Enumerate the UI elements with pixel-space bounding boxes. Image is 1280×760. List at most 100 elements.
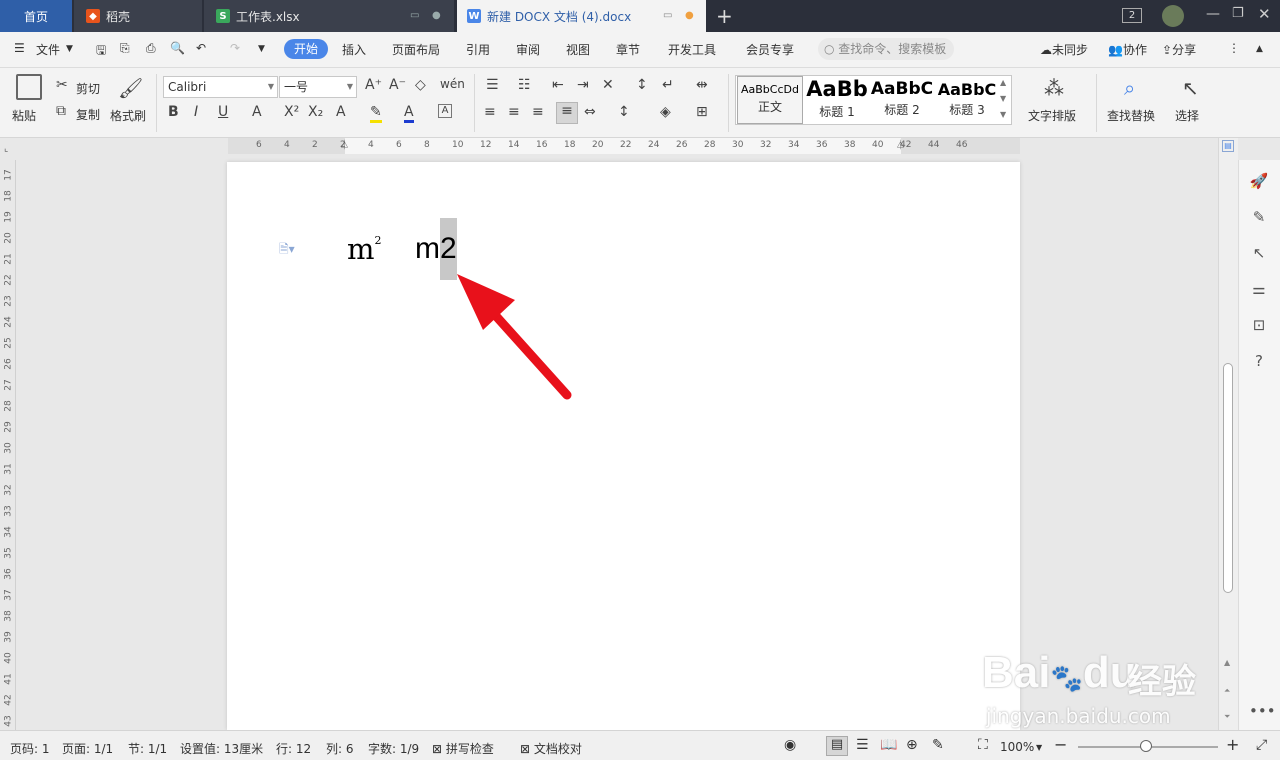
shading-icon[interactable]: ◈ (660, 104, 671, 120)
minimize-icon[interactable]: — (1206, 6, 1220, 22)
m-squared-formatted[interactable]: m2 (347, 232, 382, 266)
horizontal-ruler[interactable]: 6 4 2 2 4 6 8 10 12 14 16 18 20 22 24 26 28 30 32 34 36 38 40 4… (228, 138, 1020, 160)
menu-references[interactable]: 引用 (466, 41, 490, 58)
strikethrough-icon[interactable]: A (252, 104, 262, 120)
format-painter-icon[interactable]: 🖌 (118, 76, 143, 100)
pointer-icon[interactable]: ↖ (1249, 244, 1269, 264)
scroll-up-icon[interactable]: ▲ (1224, 658, 1230, 667)
status-row[interactable]: 行: 12 (276, 740, 311, 757)
style-heading-1[interactable]: AaBb 标题 1 (804, 76, 870, 124)
fit-page-icon[interactable]: ⛶ (978, 737, 988, 753)
right-indent-marker-icon[interactable]: ⏃ (896, 138, 905, 151)
tab-stop-icon[interactable]: ⌞ (4, 144, 8, 154)
customize-icon[interactable]: ▼ (258, 44, 265, 54)
more-options-icon[interactable]: ••• (1249, 702, 1276, 722)
share-button[interactable]: ⇪分享 (1162, 41, 1196, 58)
write-view-icon[interactable]: ✎ (932, 737, 944, 753)
font-color-icon[interactable]: A (404, 104, 414, 123)
fullscreen-icon[interactable]: ⤢ (1256, 737, 1267, 753)
font-family-select[interactable]: Calibri ▼ (163, 76, 278, 98)
paragraph-marker-icon[interactable]: 🗎▾ (279, 240, 295, 261)
zoom-in-icon[interactable]: + (1226, 735, 1239, 754)
menu-developer[interactable]: 开发工具 (668, 41, 716, 58)
status-pages[interactable]: 页面: 1/1 (62, 740, 113, 757)
save-icon[interactable]: 🖫 (96, 41, 106, 62)
menu-file[interactable]: 文件 (36, 41, 60, 58)
zoom-slider-thumb[interactable] (1140, 740, 1152, 752)
page-view-icon[interactable]: ▤ (1222, 140, 1234, 152)
paste-icon[interactable] (16, 74, 42, 100)
tab-spreadsheet[interactable]: S 工作表.xlsx ▭ ● (204, 0, 454, 32)
bag-icon[interactable]: ⊡ (1249, 316, 1269, 336)
char-border-icon[interactable]: A (438, 104, 452, 118)
expand-gallery-icon[interactable]: ▼ (1000, 110, 1006, 119)
copy-icon[interactable]: ⧉ (56, 103, 66, 119)
subscript-icon[interactable]: X₂ (308, 104, 323, 120)
sliders-icon[interactable]: ⚌ (1249, 280, 1269, 300)
page-layout-view-icon[interactable]: ▤ (826, 736, 848, 756)
italic-icon[interactable]: I (194, 104, 198, 120)
menu-start[interactable]: 开始 (284, 39, 328, 59)
highlight-icon[interactable]: ✎ (370, 104, 382, 123)
align-left-icon[interactable]: ≡ (484, 104, 496, 120)
superscript-icon[interactable]: X² (284, 104, 299, 120)
text-layout-button[interactable]: 文字排版 (1028, 107, 1076, 124)
print-icon[interactable]: ⎙ (146, 41, 156, 56)
borders-icon[interactable]: ⊞ (696, 104, 708, 120)
outline-view-icon[interactable]: ☰ (856, 737, 869, 753)
proofread-button[interactable]: ⊠ 文档校对 (520, 740, 582, 757)
preview-icon[interactable]: 🔍 (170, 41, 185, 55)
menu-page-layout[interactable]: 页面布局 (392, 41, 440, 58)
format-painter-button[interactable]: 格式刷 (110, 107, 146, 124)
tab-dot-icon[interactable]: ● (432, 10, 441, 21)
monitor-icon[interactable]: ▭ (410, 10, 419, 21)
clear-format-icon[interactable]: ◇ (415, 77, 426, 93)
redo-icon[interactable]: ↷ (230, 41, 240, 55)
new-tab-button[interactable]: + (716, 4, 733, 28)
select-button[interactable]: 选择 (1175, 107, 1199, 124)
spell-check-button[interactable]: ⊠ 拼写检查 (432, 740, 494, 757)
scissors-icon[interactable]: ✂ (56, 77, 68, 93)
window-count-badge[interactable]: 2 (1122, 8, 1142, 23)
document-page[interactable]: 🗎▾ m2 m2 (227, 162, 1020, 730)
pen-icon[interactable]: ✎ (1249, 208, 1269, 228)
zoom-level[interactable]: 100% (1000, 740, 1034, 754)
shrink-font-icon[interactable]: A⁻ (389, 77, 406, 93)
chinese-layout-icon[interactable]: ✕ (602, 77, 614, 93)
menu-view[interactable]: 视图 (566, 41, 590, 58)
hamburger-icon[interactable]: ☰ (14, 41, 25, 55)
line-break-icon[interactable]: ↵ (662, 77, 674, 93)
font-size-select[interactable]: 一号 ▼ (279, 76, 357, 98)
status-words[interactable]: 字数: 1/9 (368, 740, 419, 757)
prev-page-icon[interactable]: ⏶ (1224, 686, 1230, 696)
indent-marker-icon[interactable]: ⏃ (340, 138, 349, 151)
text-layout-icon[interactable]: ⁂ (1044, 76, 1064, 100)
align-right-icon[interactable]: ≡ (532, 104, 544, 120)
status-section[interactable]: 节: 1/1 (128, 740, 167, 757)
line-spacing-icon[interactable]: ↕ (618, 104, 630, 120)
align-center-icon[interactable]: ≡ (508, 104, 520, 120)
status-setting[interactable]: 设置值: 13厘米 (180, 740, 263, 757)
copy-button[interactable]: 复制 (76, 106, 100, 123)
collab-button[interactable]: 👥协作 (1108, 41, 1147, 58)
menu-review[interactable]: 审阅 (516, 41, 540, 58)
export-icon[interactable]: ⎘ (120, 41, 130, 56)
cut-button[interactable]: 剪切 (76, 80, 100, 97)
justify-icon[interactable]: ≡ (556, 102, 578, 124)
chevron-down-icon[interactable]: ▼ (1036, 743, 1042, 752)
find-replace-icon[interactable]: ⌕ (1124, 76, 1135, 100)
cursor-icon[interactable]: ↖ (1182, 76, 1199, 100)
menu-section[interactable]: 章节 (616, 41, 640, 58)
phonetic-icon[interactable]: wén (440, 77, 465, 91)
vertical-ruler[interactable]: 17 18 19 20 21 22 23 24 25 26 27 28 29 30 31 32 33 34 35 36… (0, 160, 16, 730)
scroll-down-icon[interactable]: ▼ (1000, 94, 1006, 103)
show-marks-icon[interactable]: ⇹ (696, 77, 708, 93)
rocket-icon[interactable]: 🚀 (1249, 172, 1269, 192)
style-heading-3[interactable]: AaBbC 标题 3 (934, 76, 1000, 124)
decrease-indent-icon[interactable]: ⇤ (552, 77, 564, 93)
reading-view-icon[interactable]: 📖 (880, 737, 897, 753)
underline-icon[interactable]: U (218, 104, 228, 120)
style-heading-2[interactable]: AaBbC 标题 2 (869, 76, 935, 124)
numbering-icon[interactable]: ☷ (518, 77, 531, 93)
close-icon[interactable]: ✕ (1258, 5, 1271, 23)
